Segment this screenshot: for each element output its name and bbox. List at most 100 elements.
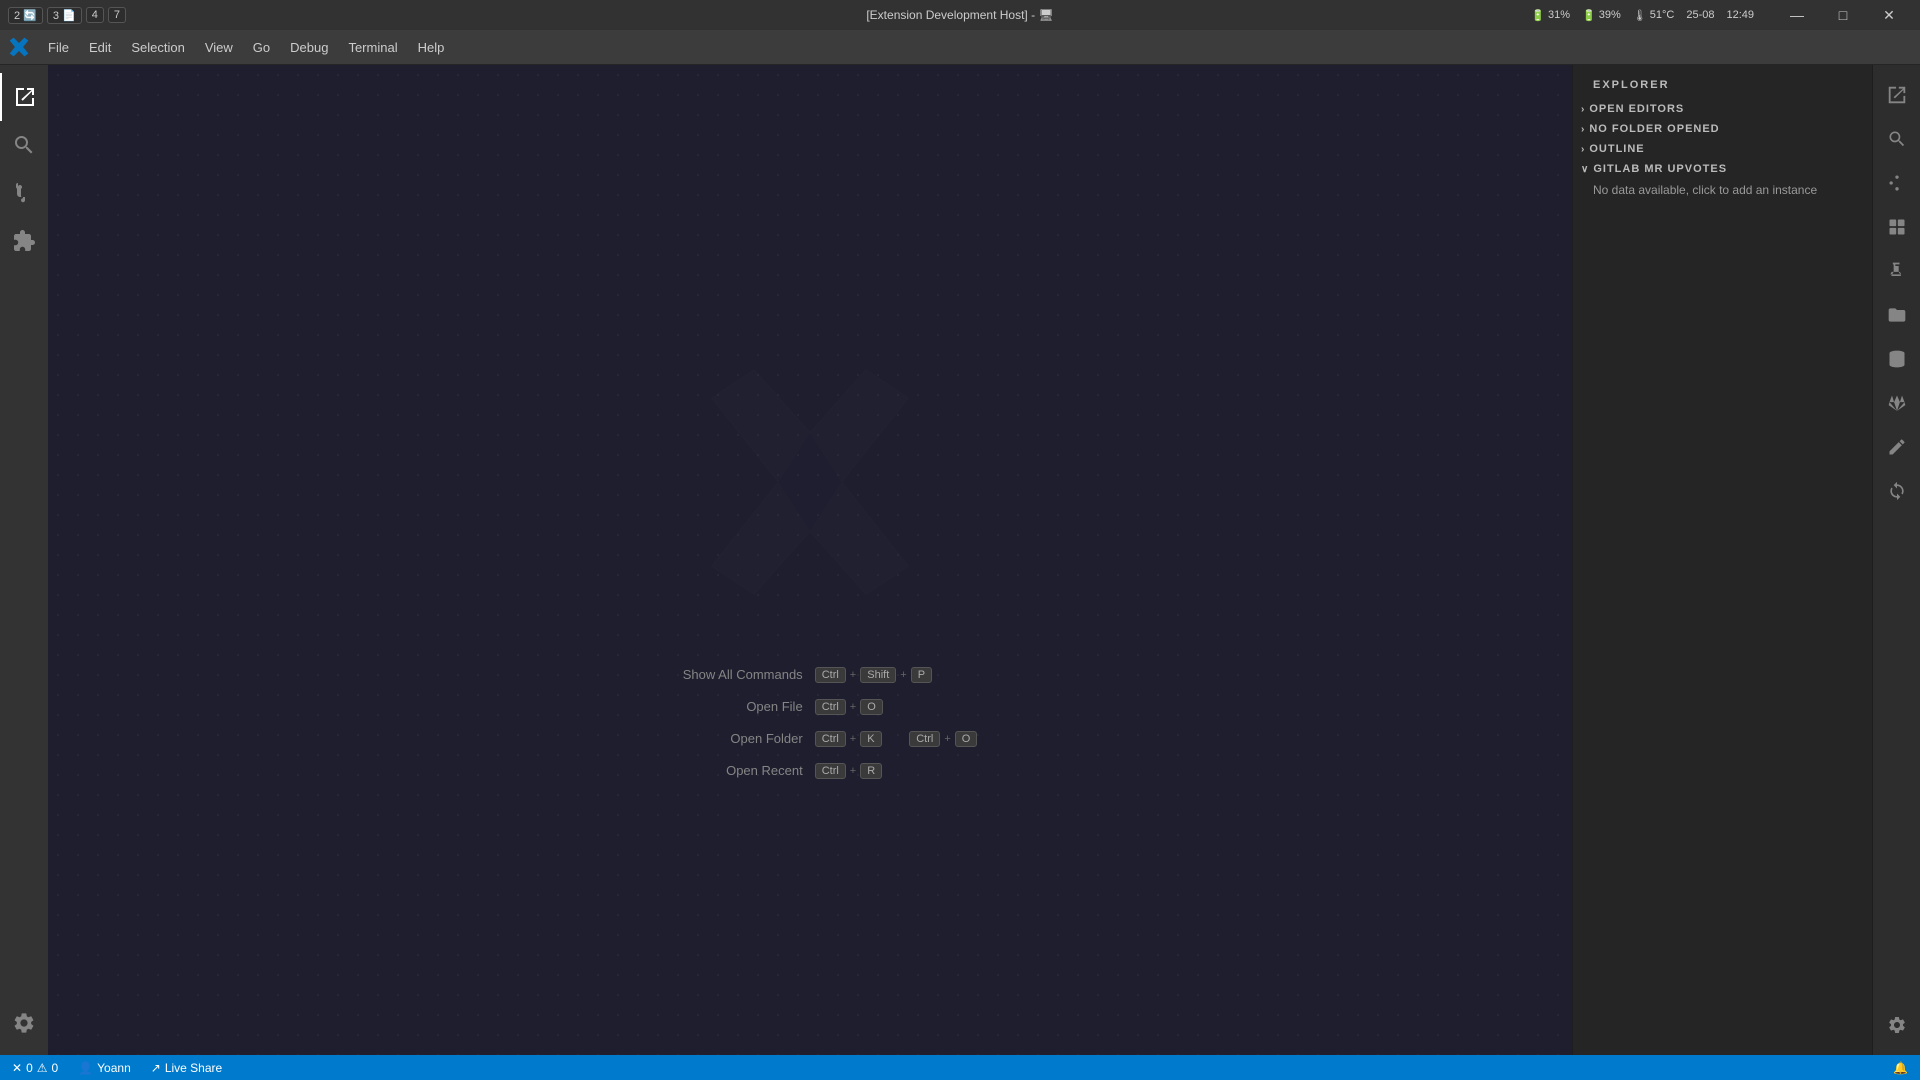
temp-indicator: 🌡 51°C	[1633, 9, 1675, 22]
editor-area: Show All Commands Ctrl + Shift + P Open …	[48, 65, 1572, 1055]
menu-terminal[interactable]: Terminal	[338, 36, 407, 59]
key-o-2: O	[955, 731, 978, 747]
statusbar-user[interactable]: 👤 Yoann	[74, 1055, 135, 1080]
menubar: File Edit Selection View Go Debug Termin…	[0, 30, 1920, 65]
warning-icon: ⚠	[37, 1061, 48, 1075]
chevron-right-icon-2: ›	[1581, 124, 1585, 135]
sidebar-section-header-open-editors[interactable]: › OPEN EDITORS	[1573, 99, 1872, 119]
shortcut-open-file: Open File Ctrl + O	[643, 699, 978, 715]
statusbar-errors[interactable]: ✕ 0 ⚠ 0	[8, 1055, 62, 1080]
sidebar-section-label-no-folder: NO FOLDER OPENED	[1589, 123, 1719, 135]
sidebar-section-content-gitlab[interactable]: No data available, click to add an insta…	[1573, 179, 1872, 201]
key-ctrl-2: Ctrl	[815, 699, 846, 715]
key-ctrl-5: Ctrl	[815, 763, 846, 779]
statusbar-right: 🔔	[1889, 1055, 1912, 1080]
titlebar-badge-1[interactable]: 2 🔄	[8, 7, 43, 24]
titlebar-badge-3[interactable]: 4	[86, 7, 104, 23]
sidebar-section-open-editors: › OPEN EDITORS	[1573, 99, 1872, 119]
right-panel-beaker-icon[interactable]	[1877, 251, 1917, 291]
chevron-right-icon-3: ›	[1581, 144, 1585, 155]
error-icon: ✕	[12, 1061, 22, 1075]
right-panel-folder-icon[interactable]	[1877, 295, 1917, 335]
sidebar-section-header-outline[interactable]: › OUTLINE	[1573, 139, 1872, 159]
right-panel-search-icon[interactable]	[1877, 119, 1917, 159]
sidebar-section-no-folder: › NO FOLDER OPENED	[1573, 119, 1872, 139]
key-ctrl-1: Ctrl	[815, 667, 846, 683]
liveshare-icon: ↗	[151, 1061, 161, 1075]
vscode-watermark	[670, 342, 950, 627]
sidebar-section-header-gitlab[interactable]: ∨ GITLAB MR UPVOTES	[1573, 159, 1872, 179]
key-r: R	[860, 763, 882, 779]
menu-view[interactable]: View	[195, 36, 243, 59]
key-shift: Shift	[860, 667, 896, 683]
shortcut-label-open-folder: Open Folder	[643, 731, 803, 746]
menu-edit[interactable]: Edit	[79, 36, 121, 59]
shortcut-open-recent: Open Recent Ctrl + R	[643, 763, 978, 779]
right-panel-gitlab-icon[interactable]	[1877, 383, 1917, 423]
right-panel-layout-icon[interactable]	[1877, 207, 1917, 247]
titlebar-badge-4[interactable]: 7	[108, 7, 126, 23]
activitybar-explorer[interactable]	[0, 73, 48, 121]
menu-debug[interactable]: Debug	[280, 36, 338, 59]
titlebar-badge-2[interactable]: 3 📄	[47, 7, 82, 24]
right-panel-explorer-icon[interactable]	[1877, 75, 1917, 115]
error-count: 0	[26, 1061, 33, 1075]
right-panel-sync-icon[interactable]	[1877, 471, 1917, 511]
notification-icon: 🔔	[1893, 1061, 1908, 1075]
titlebar-right: 🔋 31% 🔋 39% 🌡 51°C 25-08 12:49 — □ ✕	[1531, 0, 1912, 30]
key-ctrl-3: Ctrl	[815, 731, 846, 747]
menu-go[interactable]: Go	[243, 36, 280, 59]
shortcuts-area: Show All Commands Ctrl + Shift + P Open …	[643, 667, 978, 779]
user-icon: 👤	[78, 1061, 93, 1075]
key-k: K	[860, 731, 881, 747]
window-controls: — □ ✕	[1774, 0, 1912, 30]
key-ctrl-4: Ctrl	[909, 731, 940, 747]
shortcut-keys-open-recent: Ctrl + R	[815, 763, 883, 779]
sidebar-section-gitlab: ∨ GITLAB MR UPVOTES No data available, c…	[1573, 159, 1872, 201]
right-panel-edit2-icon[interactable]	[1877, 427, 1917, 467]
shortcut-keys-open-file: Ctrl + O	[815, 699, 883, 715]
titlebar-left: 2 🔄 3 📄 4 7	[8, 7, 126, 24]
minimize-button[interactable]: —	[1774, 0, 1820, 30]
sidebar-section-label-open-editors: OPEN EDITORS	[1589, 103, 1684, 115]
sidebar-section-label-outline: OUTLINE	[1589, 143, 1644, 155]
username: Yoann	[97, 1061, 131, 1075]
close-button[interactable]: ✕	[1866, 0, 1912, 30]
sidebar-title: Explorer	[1573, 65, 1872, 99]
statusbar-liveshare[interactable]: ↗ Live Share	[147, 1055, 226, 1080]
titlebar: 2 🔄 3 📄 4 7 [Extension Development Host]…	[0, 0, 1920, 30]
titlebar-title: [Extension Development Host] - 🖥	[866, 8, 1053, 22]
shortcut-label-open-recent: Open Recent	[643, 763, 803, 778]
menu-file[interactable]: File	[38, 36, 79, 59]
key-o-1: O	[860, 699, 883, 715]
main-area: Show All Commands Ctrl + Shift + P Open …	[0, 65, 1920, 1055]
vscode-logo[interactable]	[8, 36, 30, 58]
shortcut-open-folder: Open Folder Ctrl + K Ctrl + O	[643, 731, 978, 747]
activitybar	[0, 65, 48, 1055]
activitybar-settings[interactable]	[0, 999, 48, 1047]
liveshare-label: Live Share	[165, 1061, 222, 1075]
menu-help[interactable]: Help	[408, 36, 455, 59]
date-indicator: 25-08	[1686, 9, 1714, 21]
battery2-indicator: 🔋 39%	[1582, 9, 1621, 22]
warning-count: 0	[52, 1061, 59, 1075]
shortcut-keys-open-folder-a: Ctrl + K	[815, 731, 882, 747]
right-panel-settings-icon[interactable]	[1877, 1005, 1917, 1045]
statusbar-notification[interactable]: 🔔	[1889, 1055, 1912, 1080]
chevron-right-icon: ›	[1581, 104, 1585, 115]
time-indicator: 12:49	[1726, 9, 1754, 21]
shortcut-show-commands: Show All Commands Ctrl + Shift + P	[643, 667, 978, 683]
activitybar-search[interactable]	[0, 121, 48, 169]
activitybar-extensions[interactable]	[0, 217, 48, 265]
right-panel-git-icon[interactable]	[1877, 163, 1917, 203]
sidebar-section-header-no-folder[interactable]: › NO FOLDER OPENED	[1573, 119, 1872, 139]
shortcut-label-open-file: Open File	[643, 699, 803, 714]
shortcut-keys-open-folder-b: Ctrl + O	[909, 731, 977, 747]
maximize-button[interactable]: □	[1820, 0, 1866, 30]
sidebar-section-label-gitlab: GITLAB MR UPVOTES	[1593, 163, 1727, 175]
menu-selection[interactable]: Selection	[121, 36, 194, 59]
chevron-down-icon: ∨	[1581, 164, 1589, 175]
activitybar-source-control[interactable]	[0, 169, 48, 217]
titlebar-icons: 2 🔄 3 📄 4 7	[8, 7, 126, 24]
right-panel-database-icon[interactable]	[1877, 339, 1917, 379]
